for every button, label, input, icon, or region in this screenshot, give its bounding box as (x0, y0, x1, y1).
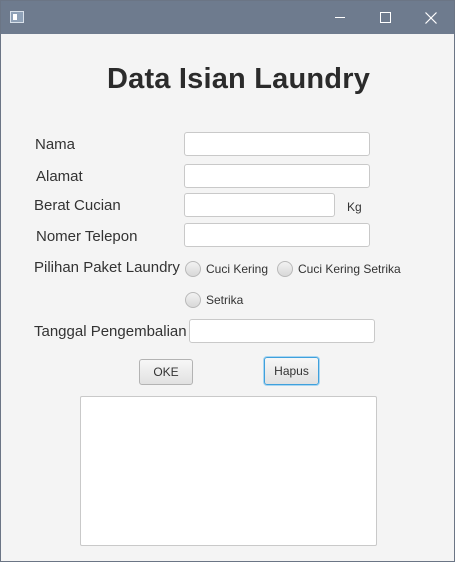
berat-unit: Kg (347, 200, 362, 214)
close-icon[interactable] (408, 1, 454, 34)
telepon-field[interactable] (184, 223, 370, 247)
tanggal-label: Tanggal Pengembalian (34, 323, 187, 340)
paket-label: Pilihan Paket Laundry (34, 259, 180, 276)
alamat-label: Alamat (36, 168, 83, 185)
berat-field[interactable] (184, 193, 335, 217)
nama-field[interactable] (184, 132, 370, 156)
radio-label: Cuci Kering Setrika (298, 262, 401, 276)
radio-label: Setrika (206, 293, 244, 307)
radio-setrika[interactable]: Setrika (185, 292, 243, 308)
radio-button-icon[interactable] (277, 261, 293, 277)
output-text-area[interactable] (80, 396, 377, 546)
hapus-button[interactable]: Hapus (264, 357, 319, 385)
alamat-field[interactable] (184, 164, 370, 188)
radio-cuci-kering[interactable]: Cuci Kering (185, 261, 268, 277)
radio-button-icon[interactable] (185, 261, 201, 277)
minimize-icon[interactable] (317, 1, 363, 34)
app-window: Data Isian Laundry Nama Alamat Berat Cuc… (0, 0, 455, 562)
nama-label: Nama (35, 136, 76, 153)
telepon-label: Nomer Telepon (36, 228, 138, 245)
oke-button[interactable]: OKE (139, 359, 193, 385)
app-window-icon (10, 11, 24, 23)
berat-label: Berat Cucian (34, 197, 121, 214)
tanggal-field[interactable] (189, 319, 375, 343)
page-title: Data Isian Laundry (106, 63, 371, 95)
radio-button-icon[interactable] (185, 292, 201, 308)
radio-label: Cuci Kering (206, 262, 269, 276)
title-bar[interactable] (1, 1, 454, 34)
maximize-icon[interactable] (362, 1, 408, 34)
radio-cuci-kering-setrika[interactable]: Cuci Kering Setrika (277, 261, 401, 277)
